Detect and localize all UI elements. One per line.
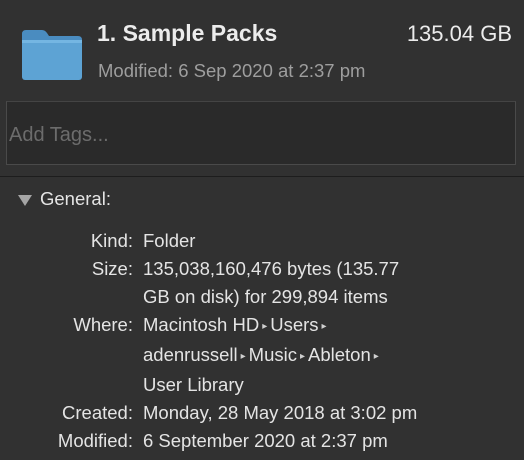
kind-value: Folder [143,230,196,251]
path-component: adenrussell [143,344,238,365]
modified-label: Modified: [57,430,133,451]
item-size: 135.04 GB [406,21,512,46]
path-separator-icon: ▸ [240,351,246,362]
where-path-line-2: adenrussell ▸ Music ▸ Ableton ▸ [143,341,483,371]
created-value: Monday, 28 May 2018 at 3:02 pm [143,402,418,423]
kind-label: Kind: [90,230,133,251]
modified-value: 6 September 2020 at 2:37 pm [143,430,388,451]
size-value: 135,038,160,476 bytes (135.77 GB on disk… [133,255,483,311]
where-value: Macintosh HD ▸ Users ▸ adenrussell ▸ Music ▸ Ab… [133,311,483,399]
get-info-window: 1. Sample Packs 135.04 GB Modified: 6 Se… [0,0,524,460]
path-component: User Library [143,374,244,395]
where-label: Where: [73,314,133,335]
header-modified-value: 6 Sep 2020 at 2:37 pm [178,60,366,81]
header-modified: Modified: 6 Sep 2020 at 2:37 pm [98,60,365,82]
size-value-line-2: GB on disk) for 299,894 items [143,286,388,307]
where-path-line-3: User Library [143,371,483,399]
created-label: Created: [62,402,133,423]
info-row-where: Where: Macintosh HD ▸ Users ▸ adenrussell ▸ M… [0,311,524,399]
info-row-kind: Kind: Folder [0,227,524,255]
size-value-line-1: 135,038,160,476 bytes (135.77 [143,258,400,279]
path-separator-icon: ▸ [373,351,379,362]
info-row-size: Size: 135,038,160,476 bytes (135.77 GB o… [0,255,524,311]
general-section-title: General: [40,188,111,209]
path-component: Ableton [308,344,371,365]
info-row-created: Created: Monday, 28 May 2018 at 3:02 pm [0,399,524,427]
header-modified-label: Modified: [98,60,174,81]
general-section-toggle[interactable]: General: [18,186,111,212]
path-component: Users [270,314,319,335]
info-header: 1. Sample Packs 135.04 GB Modified: 6 Se… [0,0,524,92]
section-divider [0,176,524,177]
disclosure-triangle-icon[interactable] [18,194,32,206]
path-separator-icon: ▸ [299,351,305,362]
tags-input[interactable] [7,102,515,164]
item-title: 1. Sample Packs [97,20,278,46]
path-component: Music [248,344,297,365]
path-separator-icon: ▸ [262,321,268,332]
tags-field[interactable] [6,101,516,165]
folder-icon [22,30,82,80]
path-component: Macintosh HD [143,314,260,335]
path-separator-icon: ▸ [321,321,327,332]
general-info-table: Kind: Folder Size: 135,038,160,476 bytes… [0,227,524,455]
info-row-modified: Modified: 6 September 2020 at 2:37 pm [0,427,524,455]
where-path-line-1: Macintosh HD ▸ Users ▸ [143,311,483,341]
size-label: Size: [91,258,133,279]
